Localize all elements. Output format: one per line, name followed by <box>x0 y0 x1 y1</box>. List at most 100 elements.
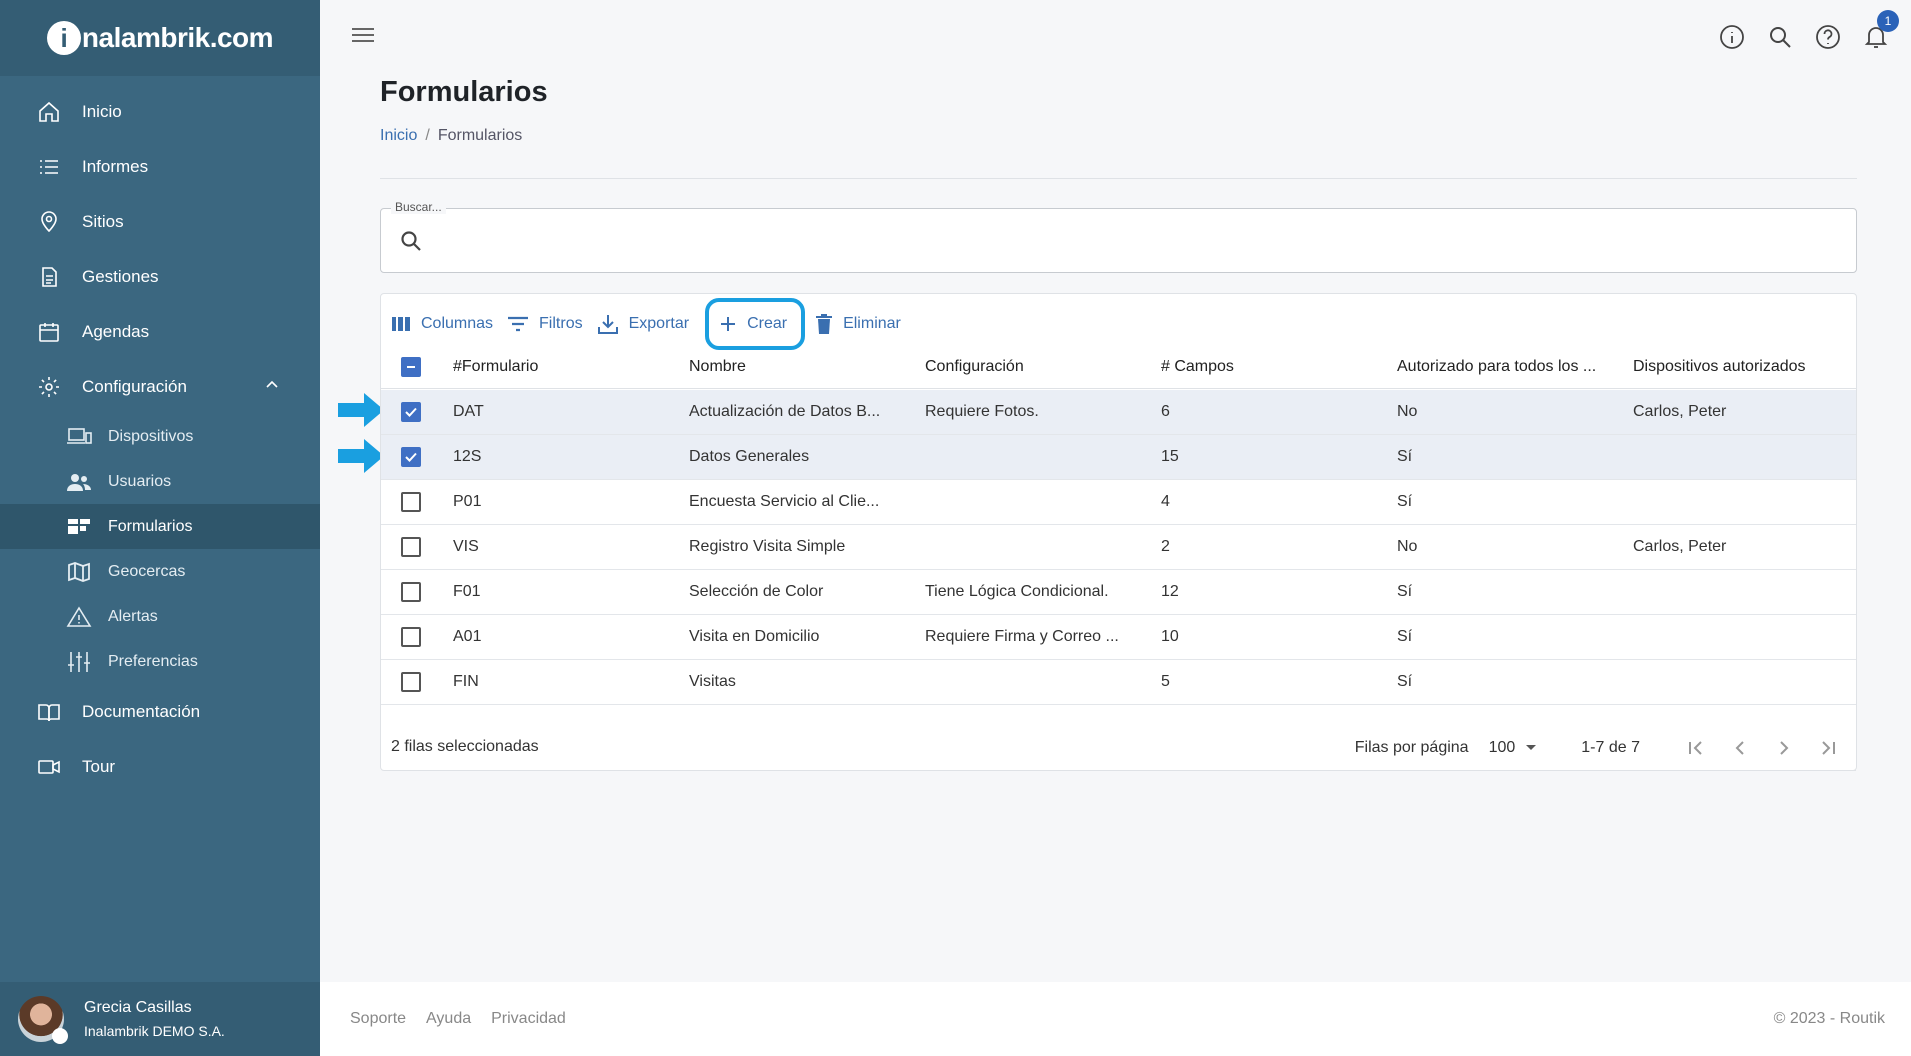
help-icon[interactable] <box>1813 22 1843 52</box>
cell-name: Visita en Domicilio <box>689 628 820 645</box>
row-checkbox[interactable] <box>401 537 421 557</box>
breadcrumb-home[interactable]: Inicio <box>380 127 417 144</box>
row-checkbox[interactable] <box>401 627 421 647</box>
cell-devices: Carlos, Peter <box>1633 403 1727 420</box>
first-page-icon <box>1689 741 1702 755</box>
user-profile[interactable]: Grecia Casillas Inalambrik DEMO S.A. <box>0 982 320 1056</box>
sidebar-item-agendas[interactable]: Agendas <box>0 304 320 359</box>
table-row[interactable]: F01 Selección de Color Tiene Lógica Cond… <box>381 570 1856 615</box>
sidebar-item-sitios[interactable]: Sitios <box>0 194 320 249</box>
row-checkbox[interactable] <box>401 672 421 692</box>
sidebar-subitem-dispositivos[interactable]: Dispositivos <box>0 414 320 459</box>
sidebar-item-label: Sitios <box>82 211 124 231</box>
first-page-button[interactable] <box>1674 728 1718 768</box>
filters-button[interactable]: Filtros <box>503 306 593 342</box>
sidebar-item-label: Tour <box>82 756 116 776</box>
site-footer: Soporte Ayuda Privacidad © 2023 - Routik <box>320 982 1911 1056</box>
row-checkbox[interactable] <box>401 492 421 512</box>
search-icon[interactable] <box>1765 22 1795 52</box>
chevron-up-icon[interactable] <box>264 377 280 398</box>
plus-icon <box>719 315 737 333</box>
cell-name: Visitas <box>689 673 736 690</box>
previous-page-button[interactable] <box>1718 728 1762 768</box>
table-row[interactable]: DAT Actualización de Datos B... Requiere… <box>381 390 1856 435</box>
divider <box>1320 770 1856 771</box>
delete-button[interactable]: Eliminar <box>811 306 911 342</box>
notifications-icon[interactable]: 1 <box>1861 10 1899 52</box>
sidebar-subitem-preferencias[interactable]: Preferencias <box>0 639 320 684</box>
cell-auth: Sí <box>1397 628 1413 645</box>
table-row[interactable]: VIS Registro Visita Simple 2 No Carlos, … <box>381 525 1856 570</box>
cell-config: Requiere Fotos. <box>925 403 1039 420</box>
columns-icon <box>391 315 411 333</box>
sidebar-item-tour[interactable]: Tour <box>0 739 320 794</box>
location-pin-icon <box>36 209 62 235</box>
column-header-campos[interactable]: # Campos <box>1161 358 1397 376</box>
export-button[interactable]: Exportar <box>593 306 699 342</box>
sidebar-subitem-formularios[interactable]: Formularios <box>0 504 320 549</box>
sidebar-item-documentacion[interactable]: Documentación <box>0 684 320 739</box>
table-row[interactable]: 12S Datos Generales 15 Sí <box>381 435 1856 480</box>
cell-auth: No <box>1397 403 1418 420</box>
sidebar-item-configuracion[interactable]: Configuración <box>0 359 320 414</box>
row-checkbox[interactable] <box>401 402 421 422</box>
list-icon <box>36 154 62 180</box>
cell-code: 12S <box>453 448 482 465</box>
selected-count: 2 filas seleccionadas <box>391 738 539 755</box>
sidebar-item-label: Informes <box>82 156 149 176</box>
info-icon[interactable] <box>1717 22 1747 52</box>
arrow-right-icon <box>338 439 384 473</box>
menu-icon[interactable] <box>350 24 376 51</box>
cell-config: Requiere Firma y Correo ... <box>925 628 1119 645</box>
select-all-checkbox[interactable] <box>401 357 421 377</box>
cell-name: Datos Generales <box>689 448 810 465</box>
notification-badge: 1 <box>1877 10 1899 32</box>
create-button[interactable]: Crear <box>705 298 806 350</box>
cell-code: P01 <box>453 493 482 510</box>
user-org: Inalambrik DEMO S.A. <box>84 1023 225 1039</box>
last-page-button[interactable] <box>1806 728 1850 768</box>
column-header-autorizado[interactable]: Autorizado para todos los ... <box>1397 358 1633 376</box>
sidebar-item-label: Documentación <box>82 701 201 721</box>
cell-code: DAT <box>453 403 484 420</box>
sidebar-subitem-alertas[interactable]: Alertas <box>0 594 320 639</box>
cell-code: VIS <box>453 538 479 555</box>
next-page-button[interactable] <box>1762 728 1806 768</box>
cell-devices: Carlos, Peter <box>1633 538 1727 555</box>
footer-link-soporte[interactable]: Soporte <box>350 1010 406 1028</box>
sidebar-subitem-geocercas[interactable]: Geocercas <box>0 549 320 594</box>
footer-link-ayuda[interactable]: Ayuda <box>426 1010 471 1028</box>
page-range: 1-7 de 7 <box>1581 739 1640 756</box>
row-checkbox[interactable] <box>401 447 421 467</box>
search-input[interactable] <box>437 225 1817 257</box>
cell-auth: Sí <box>1397 583 1413 600</box>
table-row[interactable]: A01 Visita en Domicilio Requiere Firma y… <box>381 615 1856 660</box>
column-header-configuracion[interactable]: Configuración <box>925 358 1161 376</box>
cell-campos: 10 <box>1161 628 1179 645</box>
cell-campos: 6 <box>1161 403 1170 420</box>
table-row[interactable]: FIN Visitas 5 Sí <box>381 660 1856 705</box>
last-page-icon <box>1822 741 1835 755</box>
cell-name: Actualización de Datos B... <box>689 403 881 420</box>
document-icon <box>36 264 62 290</box>
copyright: © 2023 - Routik <box>1773 1010 1885 1027</box>
brand-logo[interactable]: i nalambrik.com <box>0 0 320 76</box>
columns-button[interactable]: Columnas <box>387 306 503 342</box>
sidebar-item-inicio[interactable]: Inicio <box>0 84 320 139</box>
column-header-formulario[interactable]: #Formulario <box>453 358 689 376</box>
column-header-dispositivos[interactable]: Dispositivos autorizados <box>1633 358 1853 376</box>
cell-name: Selección de Color <box>689 583 824 600</box>
book-icon <box>36 699 62 725</box>
cell-code: F01 <box>453 583 481 600</box>
footer-link-privacidad[interactable]: Privacidad <box>491 1010 566 1028</box>
rows-per-page-select[interactable]: 100 <box>1489 739 1538 757</box>
sidebar-item-gestiones[interactable]: Gestiones <box>0 249 320 304</box>
sidebar-item-informes[interactable]: Informes <box>0 139 320 194</box>
column-header-nombre[interactable]: Nombre <box>689 358 925 376</box>
table-row[interactable]: P01 Encuesta Servicio al Clie... 4 Sí <box>381 480 1856 525</box>
sidebar-subitem-usuarios[interactable]: Usuarios <box>0 459 320 504</box>
cell-campos: 5 <box>1161 673 1170 690</box>
cell-campos: 12 <box>1161 583 1179 600</box>
avatar <box>18 996 68 1044</box>
row-checkbox[interactable] <box>401 582 421 602</box>
